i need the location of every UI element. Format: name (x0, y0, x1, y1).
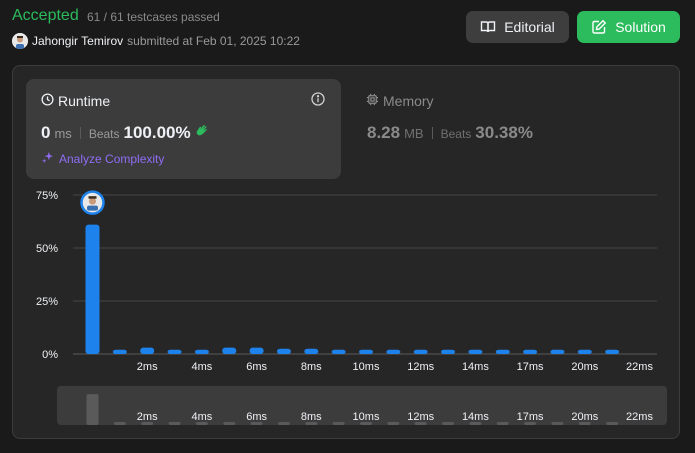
bar (550, 349, 565, 354)
username-link[interactable]: Jahongir Temirov (32, 34, 123, 48)
navigator-tick-label: 12ms (407, 411, 434, 423)
navigator-bar (113, 422, 126, 425)
runtime-distribution-chart[interactable]: 75% 50% 25% 0% 2ms 4ms 6ms 8ms 10ms 12ms 14ms 17ms 2… (13, 66, 679, 438)
editorial-label: Editorial (504, 19, 555, 35)
navigator-tick-label: 20ms (571, 411, 598, 423)
bar (112, 349, 127, 354)
y-tick-label: 75% (36, 190, 58, 202)
navigator-tick-label: 8ms (301, 411, 322, 423)
x-tick-label: 17ms (517, 361, 544, 373)
bar (222, 347, 237, 354)
bar (523, 349, 538, 354)
bar (276, 348, 291, 354)
navigator-tick-label: 17ms (517, 411, 544, 423)
navigator-tick-label: 10ms (353, 411, 380, 423)
submission-header: Accepted 61 / 61 testcases passed Jahong… (0, 0, 695, 56)
navigator-tick-label: 2ms (137, 411, 158, 423)
x-tick-label: 2ms (137, 361, 158, 373)
navigator-bar (223, 422, 236, 425)
navigator-bar (277, 422, 290, 425)
avatar[interactable] (12, 33, 28, 49)
bar (194, 349, 209, 354)
x-tick-label: 20ms (571, 361, 598, 373)
editorial-button[interactable]: Editorial (466, 11, 569, 43)
y-tick-label: 25% (36, 296, 58, 308)
navigator-bar (606, 422, 619, 425)
bar (304, 348, 319, 354)
testcases-passed: 61 / 61 testcases passed (87, 10, 220, 24)
submission-meta: Jahongir Temirov submitted at Feb 01, 20… (12, 32, 300, 50)
navigator-tick-label: 22ms (626, 411, 653, 423)
x-tick-label: 8ms (301, 361, 322, 373)
bar (495, 349, 510, 354)
bar (605, 349, 620, 354)
avatar-face (89, 197, 96, 205)
y-tick-label: 50% (36, 243, 58, 255)
solution-button[interactable]: Solution (577, 11, 680, 43)
navigator-bar (387, 422, 400, 425)
x-tick-label: 10ms (353, 361, 380, 373)
navigator-bar (551, 422, 564, 425)
bar (359, 349, 373, 354)
bar (249, 347, 264, 354)
submitted-time: submitted at Feb 01, 2025 10:22 (127, 34, 300, 48)
navigator-bar (442, 422, 455, 425)
book-icon (480, 19, 496, 35)
bar (386, 349, 401, 354)
navigator-tick-label: 4ms (192, 411, 213, 423)
x-tick-label: 22ms (626, 361, 653, 373)
status-accepted: Accepted (12, 7, 79, 24)
navigator-bar (168, 422, 181, 425)
y-tick-label: 0% (42, 349, 58, 361)
navigator-bar (332, 422, 345, 425)
bar (468, 349, 483, 354)
bar (413, 349, 428, 354)
bar (85, 224, 100, 354)
solution-label: Solution (615, 19, 666, 35)
navigator-bar (496, 422, 509, 425)
bar (441, 349, 456, 354)
x-tick-label: 4ms (192, 361, 213, 373)
bar (167, 349, 182, 354)
navigator-tick-label: 14ms (462, 411, 489, 423)
bar (331, 349, 346, 354)
navigator-tick-label: 6ms (246, 411, 267, 423)
x-tick-label: 6ms (246, 361, 267, 373)
x-tick-label: 12ms (407, 361, 434, 373)
bar (577, 349, 592, 354)
edit-icon (591, 19, 607, 35)
x-tick-label: 14ms (462, 361, 489, 373)
bar (140, 347, 155, 354)
results-panel: Runtime 0 ms Beats 100.00% Analyze Compl… (12, 65, 680, 439)
navigator-bar (86, 394, 99, 425)
avatar-body (87, 205, 98, 211)
avatar-hair (88, 196, 97, 199)
